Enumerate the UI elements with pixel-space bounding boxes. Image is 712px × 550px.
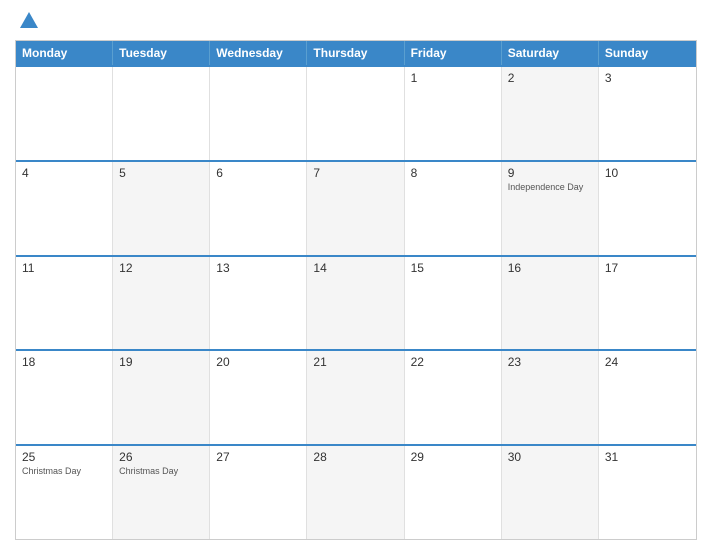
calendar-cell: 26 Christmas Day [113, 446, 210, 539]
holiday-label: Christmas Day [22, 466, 106, 477]
day-number: 29 [411, 450, 495, 464]
calendar-cell: 8 [405, 162, 502, 255]
day-number: 13 [216, 261, 300, 275]
weekday-monday: Monday [16, 41, 113, 65]
calendar-cell: 17 [599, 257, 696, 350]
calendar-cell: 15 [405, 257, 502, 350]
day-number: 9 [508, 166, 592, 180]
calendar-cell: 1 [405, 67, 502, 160]
calendar-cell: 18 [16, 351, 113, 444]
calendar-cell [210, 67, 307, 160]
day-number: 17 [605, 261, 690, 275]
day-number: 21 [313, 355, 397, 369]
day-number: 26 [119, 450, 203, 464]
day-number: 20 [216, 355, 300, 369]
calendar-cell: 25 Christmas Day [16, 446, 113, 539]
day-number: 30 [508, 450, 592, 464]
calendar: Monday Tuesday Wednesday Thursday Friday… [15, 40, 697, 540]
calendar-cell: 30 [502, 446, 599, 539]
logo-icon [18, 10, 40, 32]
calendar-cell: 4 [16, 162, 113, 255]
weekday-sunday: Sunday [599, 41, 696, 65]
weekday-saturday: Saturday [502, 41, 599, 65]
calendar-cell: 23 [502, 351, 599, 444]
weekday-friday: Friday [405, 41, 502, 65]
day-number: 2 [508, 71, 592, 85]
calendar-cell: 22 [405, 351, 502, 444]
calendar-cell: 27 [210, 446, 307, 539]
calendar-cell: 16 [502, 257, 599, 350]
day-number: 28 [313, 450, 397, 464]
day-number: 24 [605, 355, 690, 369]
calendar-cell [113, 67, 210, 160]
calendar-cell: 12 [113, 257, 210, 350]
day-number: 5 [119, 166, 203, 180]
day-number: 14 [313, 261, 397, 275]
calendar-week-3: 11 12 13 14 15 16 17 [16, 255, 696, 350]
weekday-tuesday: Tuesday [113, 41, 210, 65]
calendar-page: Monday Tuesday Wednesday Thursday Friday… [0, 0, 712, 550]
holiday-label: Independence Day [508, 182, 592, 193]
day-number: 16 [508, 261, 592, 275]
calendar-cell: 13 [210, 257, 307, 350]
day-number: 23 [508, 355, 592, 369]
day-number: 1 [411, 71, 495, 85]
day-number: 4 [22, 166, 106, 180]
day-number: 7 [313, 166, 397, 180]
day-number: 6 [216, 166, 300, 180]
day-number: 27 [216, 450, 300, 464]
calendar-cell: 5 [113, 162, 210, 255]
day-number: 22 [411, 355, 495, 369]
calendar-cell: 21 [307, 351, 404, 444]
calendar-cell: 9 Independence Day [502, 162, 599, 255]
day-number: 18 [22, 355, 106, 369]
calendar-cell: 11 [16, 257, 113, 350]
header [15, 10, 697, 32]
calendar-cell [307, 67, 404, 160]
calendar-cell: 29 [405, 446, 502, 539]
calendar-week-2: 456789 Independence Day 10 [16, 160, 696, 255]
weekday-thursday: Thursday [307, 41, 404, 65]
calendar-week-1: 123 [16, 65, 696, 160]
day-number: 10 [605, 166, 690, 180]
calendar-cell: 24 [599, 351, 696, 444]
day-number: 25 [22, 450, 106, 464]
calendar-cell: 14 [307, 257, 404, 350]
calendar-cell: 19 [113, 351, 210, 444]
calendar-cell: 2 [502, 67, 599, 160]
calendar-cell: 10 [599, 162, 696, 255]
day-number: 31 [605, 450, 690, 464]
calendar-week-5: 25 Christmas Day 26 Christmas Day 27 28 29 30 31 [16, 444, 696, 539]
calendar-body: 123456789Independence Day101112131415161… [16, 65, 696, 539]
day-number: 11 [22, 261, 106, 275]
calendar-cell: 3 [599, 67, 696, 160]
day-number: 8 [411, 166, 495, 180]
calendar-cell: 31 [599, 446, 696, 539]
weekday-wednesday: Wednesday [210, 41, 307, 65]
logo [15, 10, 40, 32]
holiday-label: Christmas Day [119, 466, 203, 477]
calendar-cell: 6 [210, 162, 307, 255]
calendar-header: Monday Tuesday Wednesday Thursday Friday… [16, 41, 696, 65]
calendar-cell: 20 [210, 351, 307, 444]
day-number: 19 [119, 355, 203, 369]
calendar-cell: 7 [307, 162, 404, 255]
day-number: 12 [119, 261, 203, 275]
calendar-week-4: 18 19 20 21 22 23 24 [16, 349, 696, 444]
day-number: 3 [605, 71, 690, 85]
calendar-cell: 28 [307, 446, 404, 539]
calendar-cell [16, 67, 113, 160]
day-number: 15 [411, 261, 495, 275]
